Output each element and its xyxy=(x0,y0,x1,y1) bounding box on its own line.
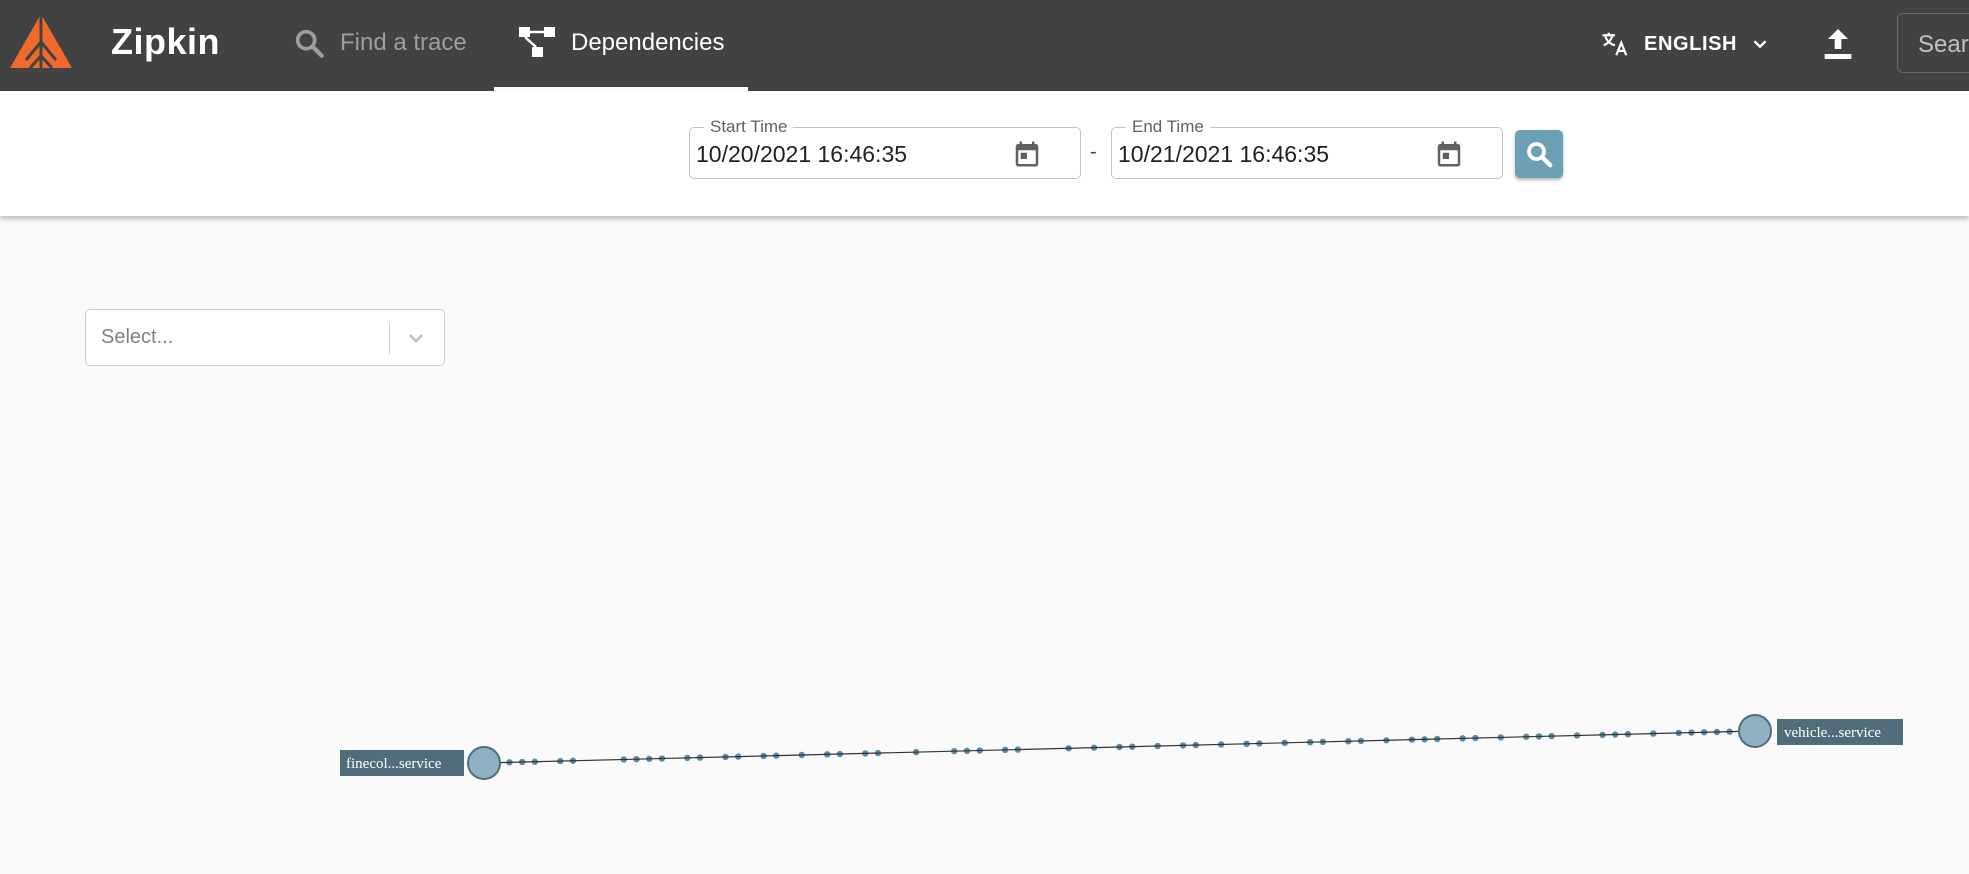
target-label: vehicle...service xyxy=(1784,725,1881,741)
source-label: finecol...service xyxy=(346,756,442,772)
nav-find-trace[interactable]: Find a trace xyxy=(292,26,467,60)
header-search-placeholder: Search xyxy=(1918,31,1969,58)
translate-icon xyxy=(1602,32,1628,56)
app-bar: Zipkin Find a trace Dependencies ENGLISH xyxy=(0,0,1969,91)
language-selector[interactable]: ENGLISH xyxy=(1600,28,1771,60)
search-icon xyxy=(1527,142,1553,168)
time-range-bar: Start Time 10/20/2021 16:46:35 - End Tim… xyxy=(0,91,1969,216)
end-time-label: End Time xyxy=(1126,117,1210,137)
nav-dependencies-label: Dependencies xyxy=(571,29,725,56)
service-node-source[interactable] xyxy=(467,746,501,780)
end-time-value: 10/21/2021 16:46:35 xyxy=(1118,141,1330,167)
dependencies-icon xyxy=(519,27,555,57)
start-time-value: 10/20/2021 16:46:35 xyxy=(696,141,908,167)
upload-icon[interactable] xyxy=(1818,24,1858,64)
search-icon xyxy=(295,29,324,58)
dependency-edge[interactable] xyxy=(483,730,1756,764)
brand-title[interactable]: Zipkin xyxy=(111,21,220,63)
time-range-separator: - xyxy=(1090,141,1097,163)
zipkin-logo-icon[interactable] xyxy=(8,12,74,78)
search-dependencies-button[interactable] xyxy=(1515,130,1563,178)
header-search-input[interactable]: Search xyxy=(1897,13,1969,73)
end-time-field[interactable]: End Time 10/21/2021 16:46:35 xyxy=(1111,117,1503,179)
language-label: ENGLISH xyxy=(1644,32,1738,55)
calendar-icon[interactable] xyxy=(1434,138,1464,170)
nav-dependencies[interactable]: Dependencies xyxy=(494,0,748,91)
start-time-label: Start Time xyxy=(704,117,794,137)
dependency-graph[interactable]: finecol...service vehicle...service xyxy=(0,216,1969,874)
nav-find-trace-label: Find a trace xyxy=(340,29,467,56)
calendar-icon[interactable] xyxy=(1012,138,1042,170)
start-time-field[interactable]: Start Time 10/20/2021 16:46:35 xyxy=(689,117,1081,179)
chevron-down-icon xyxy=(1753,40,1767,49)
service-node-target[interactable] xyxy=(1738,714,1772,748)
